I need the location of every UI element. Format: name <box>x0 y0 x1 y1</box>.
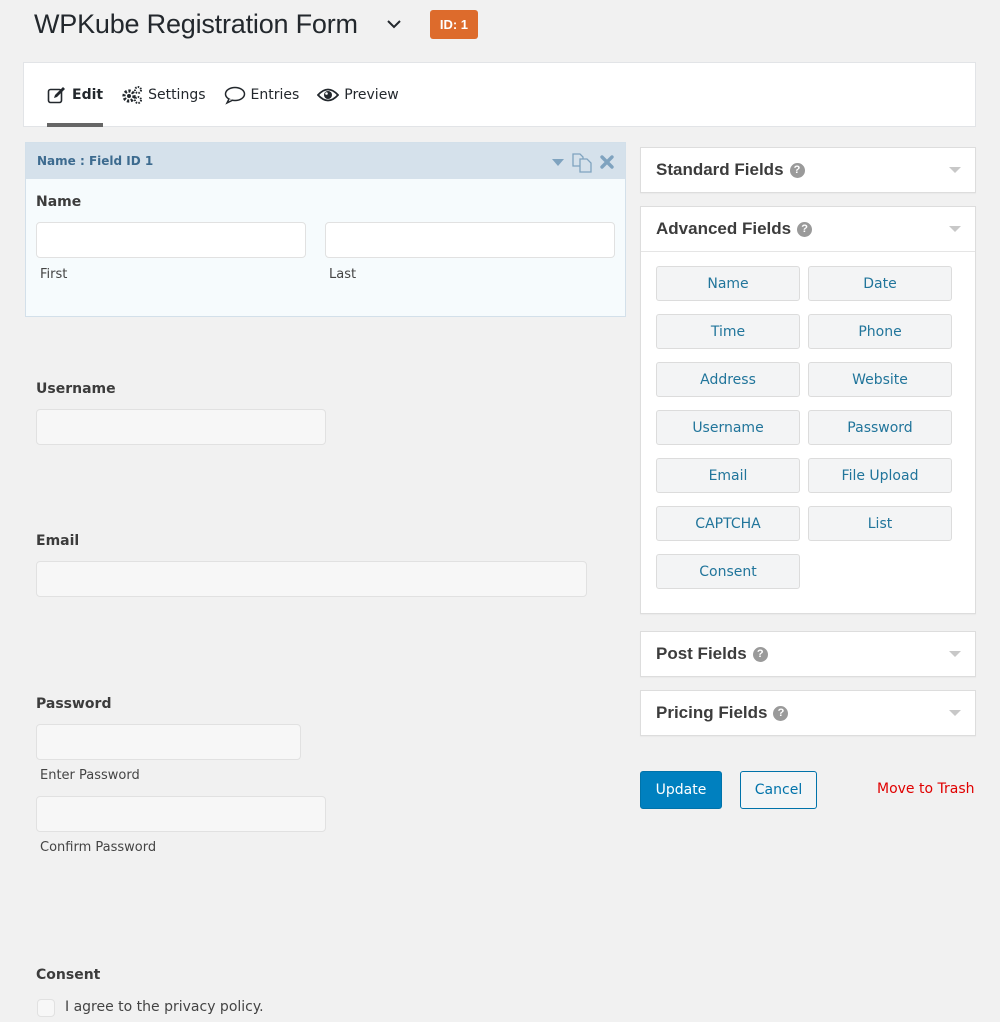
advanced-fields-title: Advanced Fields <box>656 219 792 238</box>
pricing-fields-header[interactable]: Pricing Fields ? <box>641 691 975 735</box>
page-title: WPKube Registration Form <box>34 8 358 39</box>
first-name-input[interactable] <box>36 222 306 258</box>
delete-field-icon[interactable] <box>599 154 615 170</box>
add-phone-field-button[interactable]: Phone <box>808 314 952 349</box>
tab-entries-label: Entries <box>250 86 300 103</box>
confirm-password-sublabel: Confirm Password <box>40 840 157 855</box>
add-password-field-button[interactable]: Password <box>808 410 952 445</box>
tab-preview[interactable]: Preview <box>317 63 399 126</box>
collapse-caret-icon[interactable] <box>551 157 565 167</box>
help-icon[interactable]: ? <box>797 221 813 237</box>
form-id-badge: ID: 1 <box>429 9 478 39</box>
standard-fields-title: Standard Fields <box>656 160 784 179</box>
gears-icon <box>121 85 143 105</box>
update-button[interactable]: Update <box>640 771 722 809</box>
field-bar[interactable]: Name : Field ID 1 <box>26 143 625 179</box>
consent-checkbox-text: I agree to the privacy policy. <box>65 999 264 1015</box>
standard-fields-panel: Standard Fields ? <box>640 147 976 193</box>
page-header: WPKube Registration Form ID: 1 <box>34 6 478 42</box>
tab-preview-label: Preview <box>344 86 399 103</box>
move-to-trash-link[interactable]: Move to Trash <box>877 781 975 797</box>
add-date-field-button[interactable]: Date <box>808 266 952 301</box>
advanced-fields-buttons: Name Date Time Phone Address Website Use… <box>641 251 975 613</box>
enter-password-input[interactable] <box>36 724 301 760</box>
standard-fields-header[interactable]: Standard Fields ? <box>641 148 975 192</box>
add-address-field-button[interactable]: Address <box>656 362 800 397</box>
tab-edit-label: Edit <box>72 86 104 103</box>
advanced-fields-header[interactable]: Advanced Fields ? <box>641 207 975 251</box>
caret-down-icon <box>949 710 961 716</box>
consent-label: Consent <box>36 967 101 983</box>
form-toolbar: Edit Settings Entries Preview <box>23 62 976 127</box>
add-time-field-button[interactable]: Time <box>656 314 800 349</box>
advanced-fields-panel: Advanced Fields ? Name Date Time Phone A… <box>640 206 976 614</box>
enter-password-sublabel: Enter Password <box>40 768 140 783</box>
confirm-password-input[interactable] <box>36 796 326 832</box>
post-fields-title: Post Fields <box>656 644 747 663</box>
post-fields-panel: Post Fields ? <box>640 631 976 677</box>
post-fields-header[interactable]: Post Fields ? <box>641 632 975 676</box>
caret-down-icon <box>949 651 961 657</box>
add-file-upload-field-button[interactable]: File Upload <box>808 458 952 493</box>
tab-entries[interactable]: Entries <box>224 63 300 126</box>
consent-checkbox[interactable] <box>37 999 55 1017</box>
password-label: Password <box>36 696 112 712</box>
eye-icon <box>317 87 340 103</box>
add-captcha-field-button[interactable]: CAPTCHA <box>656 506 800 541</box>
caret-down-icon <box>949 226 961 232</box>
add-username-field-button[interactable]: Username <box>656 410 800 445</box>
help-icon[interactable]: ? <box>789 162 805 178</box>
add-name-field-button[interactable]: Name <box>656 266 800 301</box>
name-field-label: Name <box>36 194 82 210</box>
email-input[interactable] <box>36 561 587 597</box>
tab-settings-label: Settings <box>148 86 206 103</box>
add-email-field-button[interactable]: Email <box>656 458 800 493</box>
caret-down-icon <box>949 167 961 173</box>
tab-edit[interactable]: Edit <box>47 63 104 127</box>
add-consent-field-button[interactable]: Consent <box>656 554 800 589</box>
email-label: Email <box>36 533 80 549</box>
add-list-field-button[interactable]: List <box>808 506 952 541</box>
username-label: Username <box>36 381 116 397</box>
duplicate-icon[interactable] <box>571 151 593 173</box>
help-icon[interactable]: ? <box>752 646 768 662</box>
cancel-button[interactable]: Cancel <box>740 771 817 809</box>
tab-settings[interactable]: Settings <box>121 63 206 126</box>
add-website-field-button[interactable]: Website <box>808 362 952 397</box>
form-switcher-chevron-icon[interactable] <box>384 14 404 34</box>
help-icon[interactable]: ? <box>773 705 789 721</box>
pricing-fields-title: Pricing Fields <box>656 703 768 722</box>
field-bar-title: Name : Field ID 1 <box>37 154 154 168</box>
pricing-fields-panel: Pricing Fields ? <box>640 690 976 736</box>
last-name-input[interactable] <box>325 222 615 258</box>
first-name-sublabel: First <box>40 267 68 282</box>
comment-icon <box>224 85 246 105</box>
username-input[interactable] <box>36 409 326 445</box>
edit-icon <box>47 86 67 104</box>
last-name-sublabel: Last <box>329 267 357 282</box>
